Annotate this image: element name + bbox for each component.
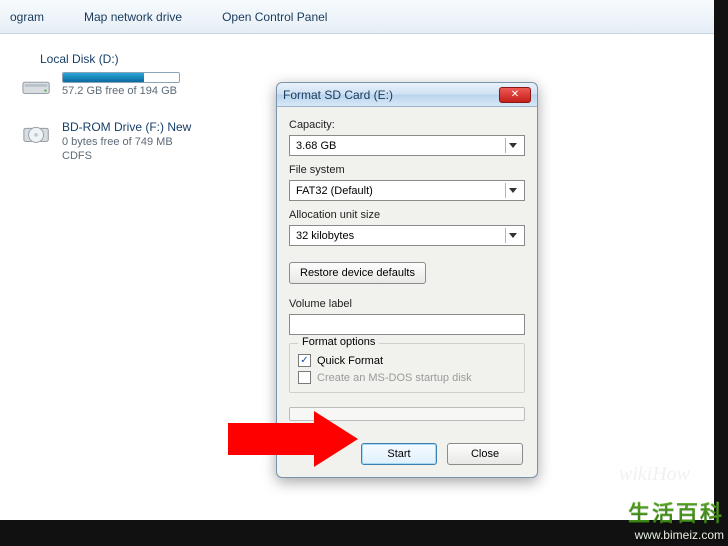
toolbar-item-map-network-drive[interactable]: Map network drive [78, 0, 188, 33]
watermark-cn: 生活百科 [628, 496, 724, 528]
file-system-value: FAT32 (Default) [296, 185, 373, 197]
allocation-unit-value: 32 kilobytes [296, 230, 354, 242]
dialog-body: Capacity: 3.68 GB File system FAT32 (Def… [277, 107, 537, 435]
label-allocation-unit: Allocation unit size [289, 209, 525, 221]
quick-format-row[interactable]: Quick Format [298, 354, 516, 367]
wikihow-watermark: wikiHow [619, 463, 690, 486]
watermark-url: www.bimeiz.com [628, 528, 724, 542]
dialog-title: Format SD Card (E:) [283, 88, 493, 102]
drive-free-text: 57.2 GB free of 194 GB [62, 85, 180, 97]
chevron-down-icon [505, 228, 520, 243]
quick-format-label: Quick Format [317, 355, 383, 367]
hard-disk-icon [22, 72, 52, 98]
drive-free-text: 0 bytes free of 749 MB [62, 136, 191, 148]
restore-defaults-button[interactable]: Restore device defaults [289, 262, 426, 284]
msdos-startup-checkbox [298, 371, 311, 384]
format-progress-bar [289, 407, 525, 421]
drive-info: 57.2 GB free of 194 GB [62, 72, 180, 97]
toolbar-item-program[interactable]: ogram [4, 0, 50, 33]
drive-filesystem: CDFS [62, 150, 191, 162]
format-options-caption: Format options [298, 336, 379, 348]
drive-heading-local-d[interactable]: Local Disk (D:) [18, 48, 696, 70]
chevron-down-icon [505, 183, 520, 198]
file-system-combo[interactable]: FAT32 (Default) [289, 180, 525, 201]
drive-info: BD-ROM Drive (F:) New 0 bytes free of 74… [62, 120, 191, 162]
close-icon[interactable]: ✕ [499, 87, 531, 103]
optical-disc-icon [22, 120, 52, 146]
capacity-bar [62, 72, 180, 83]
quick-format-checkbox[interactable] [298, 354, 311, 367]
drive-heading-bdrom-f: BD-ROM Drive (F:) New [62, 120, 191, 134]
toolbar-item-open-control-panel[interactable]: Open Control Panel [216, 0, 333, 33]
format-options-group: Format options Quick Format Create an MS… [289, 343, 525, 393]
label-volume-label: Volume label [289, 298, 525, 310]
volume-label-input[interactable] [289, 314, 525, 335]
allocation-unit-combo[interactable]: 32 kilobytes [289, 225, 525, 246]
explorer-window: ogram Map network drive Open Control Pan… [0, 0, 714, 520]
msdos-startup-row: Create an MS-DOS startup disk [298, 371, 516, 384]
label-capacity: Capacity: [289, 119, 525, 131]
close-button[interactable]: Close [447, 443, 523, 465]
dialog-footer: Start Close [277, 435, 537, 477]
label-file-system: File system [289, 164, 525, 176]
site-watermark: 生活百科 www.bimeiz.com [628, 496, 724, 542]
chevron-down-icon [505, 138, 520, 153]
msdos-startup-label: Create an MS-DOS startup disk [317, 372, 472, 384]
monitor-bezel: ogram Map network drive Open Control Pan… [0, 0, 728, 546]
capacity-value: 3.68 GB [296, 140, 336, 152]
capacity-combo[interactable]: 3.68 GB [289, 135, 525, 156]
toolbar: ogram Map network drive Open Control Pan… [0, 0, 714, 34]
format-dialog: Format SD Card (E:) ✕ Capacity: 3.68 GB … [276, 82, 538, 478]
dialog-titlebar[interactable]: Format SD Card (E:) ✕ [277, 83, 537, 107]
capacity-fill [63, 73, 144, 82]
start-button[interactable]: Start [361, 443, 437, 465]
